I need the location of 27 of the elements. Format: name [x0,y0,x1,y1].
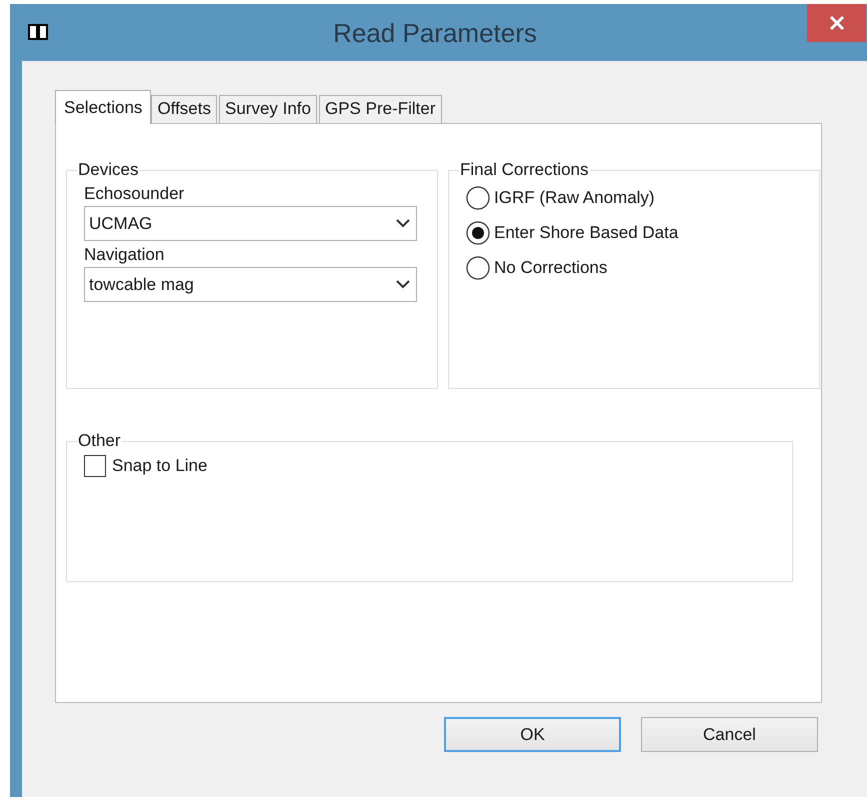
radio-label: No Corrections [494,258,608,278]
tab[interactable]: Survey Info [218,95,317,123]
field-label: Echosounder [84,184,186,204]
radio-button[interactable] [466,220,490,244]
dropdown[interactable]: UCMAG [84,206,417,241]
tab[interactable]: Offsets [151,95,217,123]
tab[interactable]: Selections [55,90,152,124]
dropdown[interactable]: towcable mag [84,267,417,302]
radio-button[interactable] [466,186,490,210]
field-label: Navigation [84,245,166,265]
book-icon [28,23,48,41]
chevron-down-icon [396,219,410,228]
checkbox[interactable] [84,455,106,477]
chevron-down-icon [396,280,410,289]
close-icon [828,15,844,31]
close-button[interactable] [807,4,866,42]
window-title: Read Parameters [333,18,537,49]
radio-label: Enter Shore Based Data [494,222,678,242]
dialog-button[interactable]: OK [444,717,621,752]
dialog-button[interactable]: Cancel [641,717,818,752]
radio-button[interactable] [466,256,490,280]
tab[interactable]: GPS Pre-Filter [318,95,442,123]
radio-label: IGRF (Raw Anomaly) [494,188,655,208]
group-title: Final Corrections [459,160,590,180]
group-title: Devices [77,160,140,180]
checkbox-label: Snap to Line [112,456,208,476]
group-title: Other [77,431,122,451]
